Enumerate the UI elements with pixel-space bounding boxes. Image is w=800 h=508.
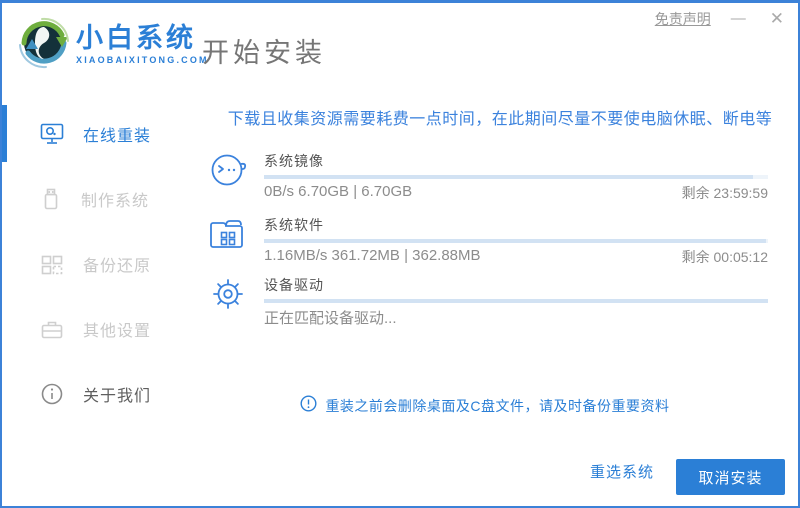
task-remaining: 剩余 23:59:59 bbox=[681, 185, 768, 201]
download-notice: 下载且收集资源需要耗费一点时间，在此期间尽量不要使电脑休眠、断电等 bbox=[227, 111, 773, 128]
brand-domain: XIAOBAIXITONG.COM bbox=[76, 55, 209, 65]
main-content: 下载且收集资源需要耗费一点时间，在此期间尽量不要使电脑休眠、断电等 系统镜像 0… bbox=[202, 91, 798, 506]
progress-bar bbox=[264, 239, 768, 243]
monitor-icon bbox=[40, 123, 64, 145]
folder-apps-icon bbox=[207, 213, 249, 255]
sidebar-item-backup-restore[interactable]: 备份还原 bbox=[2, 231, 202, 296]
page-title: 开始安装 bbox=[202, 38, 326, 68]
brand: 小白系统 XIAOBAIXITONG.COM bbox=[76, 23, 209, 65]
task-row-system-image: 系统镜像 0B/s 6.70GB | 6.70GB 剩余 23:59:59 bbox=[202, 149, 798, 207]
header: 小白系统 XIAOBAIXITONG.COM 开始安装 免责声明 — ✕ bbox=[2, 3, 798, 91]
sidebar-item-other-settings[interactable]: 其他设置 bbox=[2, 296, 202, 361]
info-icon bbox=[40, 382, 64, 406]
progress-fill bbox=[264, 239, 767, 243]
task-remaining: 剩余 00:05:12 bbox=[681, 249, 768, 265]
sidebar-item-label: 关于我们 bbox=[83, 387, 152, 405]
app-logo-icon bbox=[16, 15, 72, 71]
sidebar-item-label: 其他设置 bbox=[83, 322, 152, 340]
disclaimer-link[interactable]: 免责声明 bbox=[655, 9, 711, 29]
sidebar-item-label: 制作系统 bbox=[81, 192, 150, 210]
toolbox-icon bbox=[40, 318, 64, 340]
sidebar: 在线重装 制作系统 备份还原 其他设置 关于我们 bbox=[2, 91, 202, 506]
backup-warning: 重装之前会删除桌面及C盘文件，请及时备份重要资料 bbox=[202, 395, 768, 417]
sidebar-item-online-reinstall[interactable]: 在线重装 bbox=[2, 101, 202, 166]
usb-icon bbox=[40, 187, 62, 211]
reselect-system-button[interactable]: 重选系统 bbox=[590, 456, 654, 490]
sidebar-item-label: 备份还原 bbox=[83, 257, 152, 275]
task-stats: 1.16MB/s 361.72MB | 362.88MB bbox=[264, 247, 481, 264]
backup-grid-icon bbox=[40, 252, 64, 276]
backup-warning-text: 重装之前会删除桌面及C盘文件，请及时备份重要资料 bbox=[325, 398, 670, 414]
app-window: 小白系统 XIAOBAIXITONG.COM 开始安装 免责声明 — ✕ 在线重… bbox=[0, 0, 800, 508]
brand-name: 小白系统 bbox=[76, 23, 196, 53]
task-title: 设备驱动 bbox=[264, 277, 324, 293]
cancel-install-button[interactable]: 取消安装 bbox=[676, 459, 785, 495]
task-row-system-software: 系统软件 1.16MB/s 361.72MB | 362.88MB 剩余 00:… bbox=[202, 213, 798, 271]
titlebar: 免责声明 — ✕ bbox=[655, 9, 788, 29]
sidebar-item-make-system[interactable]: 制作系统 bbox=[2, 166, 202, 231]
task-title: 系统软件 bbox=[264, 217, 324, 233]
progress-bar bbox=[264, 175, 768, 179]
sidebar-item-about-us[interactable]: 关于我们 bbox=[2, 361, 202, 426]
task-row-device-driver: 设备驱动 正在匹配设备驱动... bbox=[202, 273, 798, 331]
sidebar-item-label: 在线重装 bbox=[83, 127, 152, 145]
task-status: 正在匹配设备驱动... bbox=[264, 310, 397, 327]
task-title: 系统镜像 bbox=[264, 153, 324, 169]
gear-icon bbox=[207, 273, 249, 315]
progress-bar bbox=[264, 299, 768, 303]
active-indicator bbox=[2, 105, 7, 162]
task-stats: 0B/s 6.70GB | 6.70GB bbox=[264, 183, 413, 200]
exclamation-circle-icon bbox=[300, 395, 317, 417]
progress-fill bbox=[264, 299, 768, 303]
minimize-button[interactable]: — bbox=[727, 9, 750, 29]
close-button[interactable]: ✕ bbox=[766, 9, 788, 29]
progress-fill bbox=[264, 175, 753, 179]
mascot-face-icon bbox=[207, 149, 249, 191]
